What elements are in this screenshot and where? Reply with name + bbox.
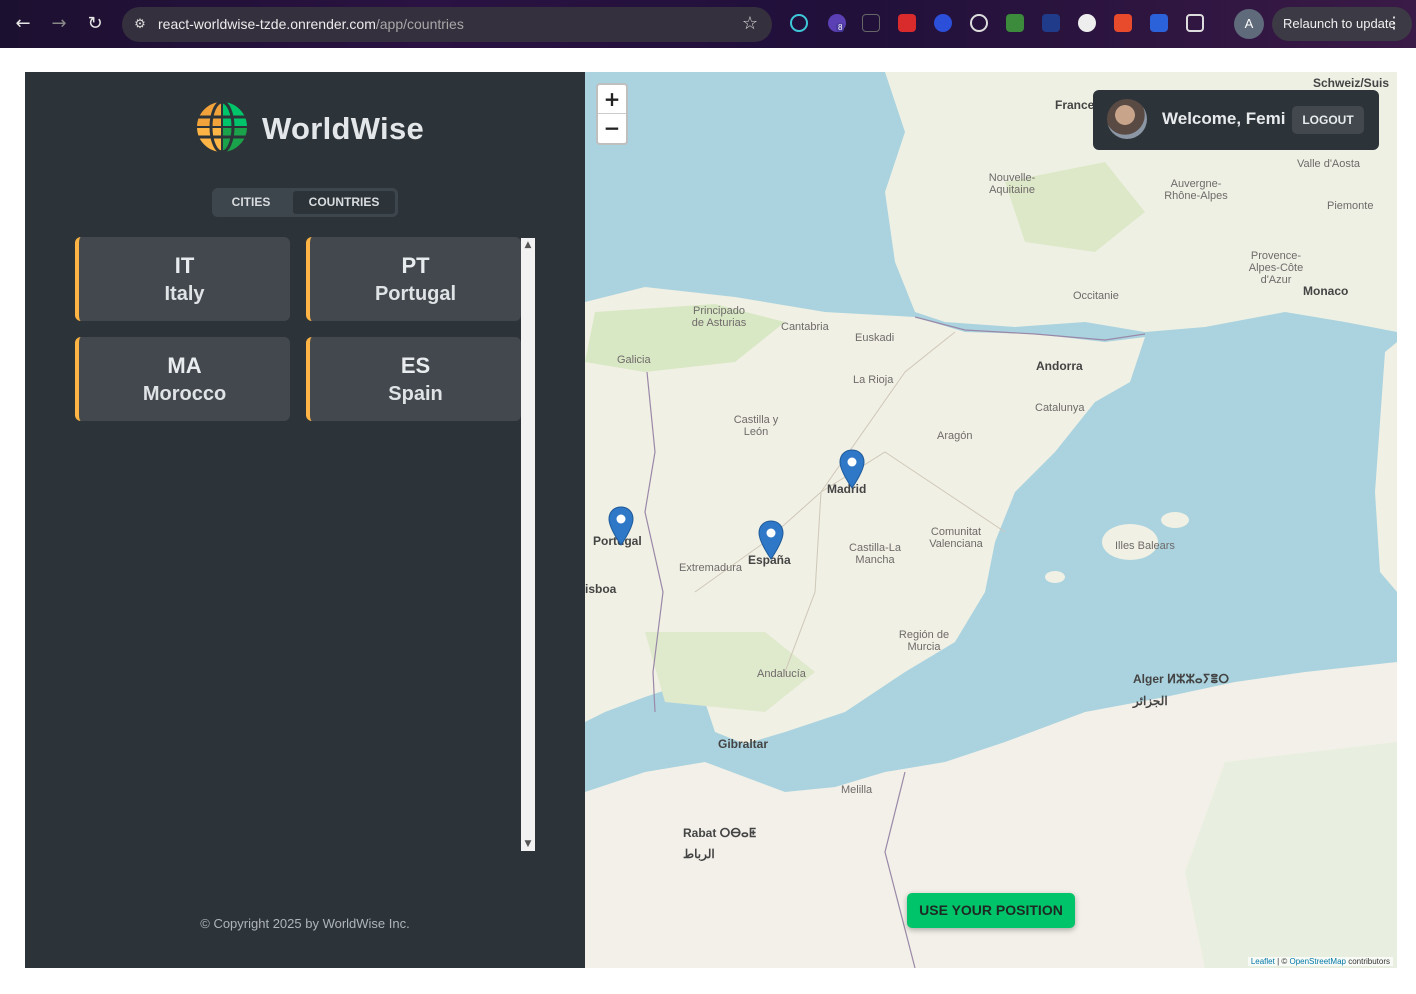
- tab-nav: CITIES COUNTRIES: [212, 188, 398, 217]
- check-icon[interactable]: [1042, 14, 1060, 32]
- country-name: Spain: [388, 383, 443, 405]
- map-label: Melilla: [841, 784, 873, 796]
- puzzle-icon[interactable]: [1186, 14, 1204, 32]
- map-label: Extremadura: [679, 562, 742, 574]
- user-panel: Welcome, Femi LOGOUT: [1093, 90, 1379, 150]
- extension-green-icon[interactable]: [1006, 14, 1024, 32]
- country-item-spain[interactable]: ES Spain: [306, 337, 521, 421]
- back-icon[interactable]: ←: [11, 12, 35, 36]
- map-label: Schweiz/Suis: [1313, 76, 1390, 90]
- map-label: Nouvelle-Aquitaine: [988, 172, 1036, 196]
- map-attribution: Leaflet | © OpenStreetMap contributors: [1247, 957, 1393, 966]
- menu-dots-icon[interactable]: ⋮: [1386, 7, 1402, 41]
- map-label: Provence-Alpes-Côte d'Azur: [1248, 250, 1304, 286]
- extension-orange-icon[interactable]: [1114, 14, 1132, 32]
- attribution-sep: | ©: [1274, 957, 1290, 966]
- country-code: PT: [401, 253, 430, 278]
- tab-cities[interactable]: CITIES: [212, 188, 290, 217]
- map-label: Región de Murcia: [898, 629, 950, 653]
- osm-link[interactable]: OpenStreetMap: [1289, 957, 1345, 966]
- logo[interactable]: WorldWise: [195, 100, 425, 156]
- attribution-tail: contributors: [1345, 957, 1390, 966]
- map-marker-portugal[interactable]: [608, 506, 634, 546]
- country-code: MA: [167, 353, 202, 378]
- scroll-down-icon[interactable]: ▼: [523, 839, 533, 849]
- country-code: IT: [174, 253, 195, 278]
- map-label: Comunitat Valenciana: [929, 526, 983, 550]
- map[interactable]: France Schweiz/Suis Nouvelle-Aquitaine A…: [585, 72, 1397, 968]
- country-item-portugal[interactable]: PT Portugal: [306, 237, 521, 321]
- country-code: ES: [400, 353, 431, 378]
- map-label: Occitanie: [1073, 290, 1119, 302]
- map-label: Auvergne-Rhône-Alpes: [1164, 178, 1228, 202]
- map-label: Euskadi: [855, 332, 895, 344]
- site-settings-icon[interactable]: ⚙: [130, 15, 150, 35]
- tab-countries[interactable]: COUNTRIES: [290, 188, 398, 217]
- map-label: Gibraltar: [718, 737, 769, 751]
- globe-logo-icon: [195, 100, 249, 154]
- leaflet-link[interactable]: Leaflet: [1251, 957, 1275, 966]
- relaunch-button[interactable]: Relaunch to update ⋮: [1272, 7, 1412, 41]
- react-devtools-icon[interactable]: [790, 14, 808, 32]
- country-item-morocco[interactable]: MA Morocco: [75, 337, 290, 421]
- use-position-button[interactable]: USE YOUR POSITION: [907, 893, 1075, 928]
- map-label: الرباط: [683, 847, 715, 861]
- map-label: isboa: [585, 582, 617, 596]
- extension-blue-icon[interactable]: [934, 14, 952, 32]
- logout-button[interactable]: LOGOUT: [1292, 106, 1364, 134]
- welcome-text: Welcome, Femi: [1162, 109, 1286, 128]
- list-scrollbar[interactable]: ▲ ▼: [521, 238, 535, 851]
- recycle-icon[interactable]: [862, 14, 880, 32]
- country-name: Portugal: [374, 283, 457, 305]
- country-name: Italy: [164, 283, 205, 305]
- profile-avatar[interactable]: A: [1234, 9, 1264, 39]
- sidebar: WorldWise CITIES COUNTRIES IT Italy PT P…: [25, 72, 585, 968]
- reload-icon[interactable]: ↻: [83, 12, 107, 36]
- zoom-out-button[interactable]: −: [598, 114, 626, 143]
- map-label: Castilla y León: [733, 414, 779, 438]
- browser-toolbar: ← → ↻ ⚙ react-worldwise-tzde.onrender.co…: [0, 0, 1416, 48]
- copyright: © Copyright 2025 by WorldWise Inc.: [200, 916, 410, 931]
- map-label: Aragón: [937, 430, 973, 442]
- brand-name: WorldWise: [262, 111, 425, 146]
- url-text[interactable]: react-worldwise-tzde.onrender.com/app/co…: [158, 16, 464, 32]
- map-marker-madrid[interactable]: [839, 449, 865, 489]
- map-label: Catalunya: [1035, 402, 1085, 414]
- map-label: Alger ⵍⵣⵣⴰⵢⴻⵔ: [1133, 672, 1230, 686]
- map-marker-espana[interactable]: [758, 520, 784, 560]
- forward-icon[interactable]: →: [47, 12, 71, 36]
- map-label: Valle d'Aosta: [1297, 158, 1361, 170]
- address-bar[interactable]: ⚙ react-worldwise-tzde.onrender.com/app/…: [122, 7, 772, 42]
- map-label: Piemonte: [1327, 200, 1374, 212]
- country-list: IT Italy PT Portugal MA Morocco ES Spain: [75, 237, 535, 851]
- map-label: Andorra: [1036, 359, 1083, 373]
- zoom-control: + −: [596, 83, 628, 145]
- map-label: Castilla-La Mancha: [849, 542, 901, 566]
- extension-folder-icon[interactable]: [1150, 14, 1168, 32]
- bookmark-star-icon[interactable]: ☆: [742, 13, 758, 34]
- country-item-italy[interactable]: IT Italy: [75, 237, 290, 321]
- map-label: Galicia: [617, 354, 651, 366]
- zoom-in-button[interactable]: +: [598, 85, 626, 114]
- scroll-up-icon[interactable]: ▲: [523, 240, 533, 250]
- avatar: [1107, 99, 1147, 139]
- extension-red-icon[interactable]: [898, 14, 916, 32]
- country-name: Morocco: [142, 383, 227, 405]
- map-label: La Rioja: [853, 374, 894, 386]
- map-label: Rabat ⵔⴱⴰⵟ: [683, 826, 757, 840]
- map-label: France: [1055, 98, 1095, 112]
- target-icon[interactable]: [970, 14, 988, 32]
- extension-icon[interactable]: 8: [828, 14, 846, 32]
- extension-white-icon[interactable]: [1078, 14, 1096, 32]
- map-label: Cantabria: [781, 321, 829, 333]
- map-label: Monaco: [1303, 284, 1349, 298]
- map-label: Illes Balears: [1115, 540, 1175, 552]
- map-label: الجزائر: [1133, 694, 1168, 708]
- map-label: Andalucía: [757, 668, 806, 680]
- map-label: Principado de Asturias: [691, 305, 747, 329]
